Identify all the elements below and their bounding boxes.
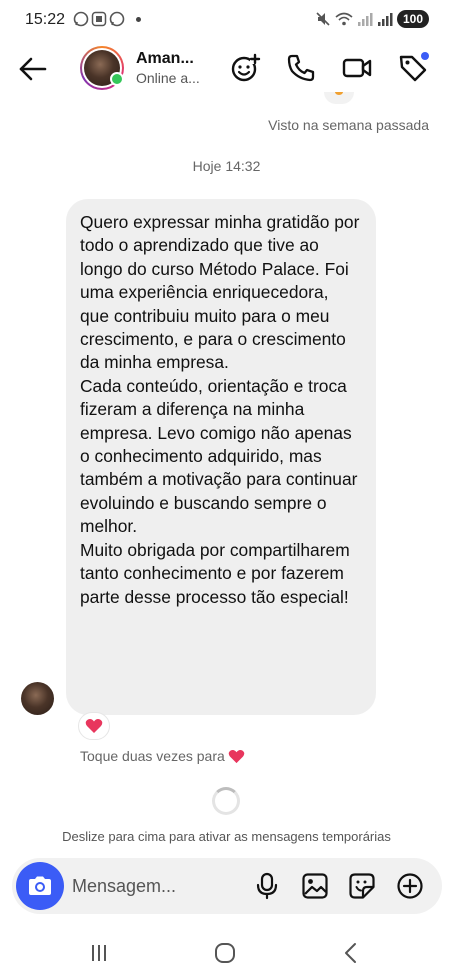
home-icon[interactable] [211, 939, 239, 967]
plus-circle-icon[interactable] [396, 872, 424, 900]
status-time: 15:22 [25, 11, 66, 28]
microphone-icon[interactable] [253, 872, 281, 900]
add-emoji-icon[interactable] [229, 52, 261, 84]
message-reaction[interactable] [78, 712, 110, 740]
new-badge-dot [421, 52, 429, 60]
message-composer [12, 858, 442, 914]
signal-icon [377, 13, 393, 26]
previous-message-reaction [324, 92, 354, 104]
mute-icon [316, 12, 330, 26]
chat-header: Aman... Online a... [0, 40, 453, 98]
whatsapp-icon [109, 11, 125, 27]
heart-icon [228, 749, 245, 763]
vanish-mode-hint: Deslize para cima para ativar as mensage… [62, 829, 391, 844]
status-bar: 15:22 100 [0, 0, 453, 40]
double-tap-hint-text: Toque duas vezes para [80, 748, 225, 764]
app-notification-icon [91, 11, 107, 27]
system-indicators: 100 [315, 10, 429, 28]
back-nav-icon[interactable] [337, 939, 365, 967]
recent-apps-icon[interactable] [85, 939, 113, 967]
battery-indicator: 100 [396, 10, 429, 28]
message-text: Quero expressar minha gratidão por todo … [80, 212, 360, 607]
double-tap-hint: Toque duas vezes para [80, 748, 245, 764]
back-arrow-icon[interactable] [16, 52, 50, 86]
camera-button[interactable] [16, 862, 64, 910]
heart-icon [85, 719, 103, 733]
sender-avatar[interactable] [21, 682, 54, 715]
online-indicator [110, 72, 124, 86]
system-navigation-bar [0, 925, 453, 980]
message-bubble[interactable]: Quero expressar minha gratidão por todo … [66, 199, 376, 715]
more-notifications-dot [136, 16, 141, 22]
signal-icon [357, 13, 373, 26]
whatsapp-icon [73, 11, 89, 27]
loading-spinner [212, 787, 240, 815]
message-input[interactable] [72, 874, 242, 898]
notification-icons [73, 11, 141, 27]
camera-icon [29, 876, 51, 895]
date-separator: Hoje 14:32 [192, 158, 261, 174]
contact-name[interactable]: Aman... [136, 50, 194, 68]
seen-status: Visto na semana passada [268, 117, 429, 133]
wifi-icon [335, 12, 353, 26]
video-camera-icon[interactable] [341, 52, 373, 84]
contact-status: Online a... [136, 70, 200, 86]
phone-icon[interactable] [285, 52, 317, 84]
gallery-icon[interactable] [301, 872, 329, 900]
sticker-icon[interactable] [348, 872, 376, 900]
